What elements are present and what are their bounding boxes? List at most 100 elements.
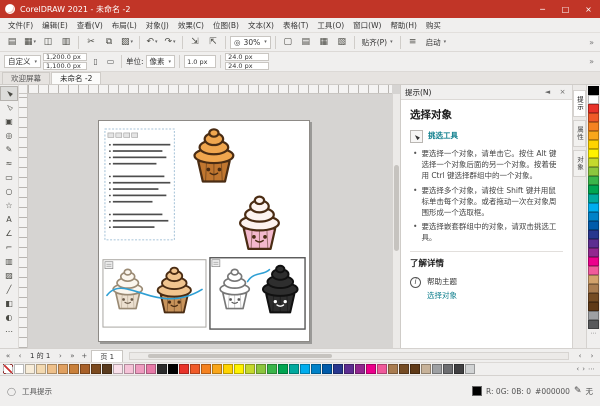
palette-arrow-icon[interactable]: ‹ [576, 365, 579, 373]
dimension-tool[interactable]: ∠ [1, 227, 17, 240]
color-swatch[interactable] [69, 364, 79, 374]
color-swatch[interactable] [289, 364, 299, 374]
color-swatch[interactable] [588, 239, 599, 248]
side-tab-对象[interactable]: 对象 [573, 150, 586, 177]
launch-button[interactable]: 启动▾ [423, 37, 450, 48]
color-swatch[interactable] [124, 364, 134, 374]
menu-item[interactable]: 编辑(E) [38, 19, 72, 32]
color-swatch[interactable] [190, 364, 200, 374]
color-swatch[interactable] [14, 364, 24, 374]
last-page-button[interactable]: » [67, 350, 77, 361]
color-swatch[interactable] [588, 167, 599, 176]
side-tab-提示[interactable]: 提示 [573, 90, 586, 117]
side-tab-属性[interactable]: 属性 [573, 120, 586, 147]
import-icon[interactable]: ⇲ [187, 35, 203, 50]
color-swatch[interactable] [135, 364, 145, 374]
duplicate-distance-x-input[interactable] [225, 53, 269, 61]
menu-item[interactable]: 表格(T) [279, 19, 312, 32]
color-swatch[interactable] [588, 158, 599, 167]
color-swatch[interactable] [146, 364, 156, 374]
maximize-button[interactable]: □ [554, 0, 577, 18]
show-guidelines-icon[interactable]: ▧ [334, 35, 350, 50]
docker-collapse-icon[interactable]: ◄ [542, 88, 553, 96]
color-swatch[interactable] [588, 221, 599, 230]
document-tab[interactable]: 欢迎屏幕 [2, 72, 50, 84]
units-select[interactable]: 像素 ▾ [146, 55, 176, 68]
connector-tool[interactable]: ⌐ [1, 241, 17, 254]
color-swatch[interactable] [588, 104, 599, 113]
color-swatch[interactable] [588, 131, 599, 140]
color-swatch[interactable] [388, 364, 398, 374]
color-swatch[interactable] [179, 364, 189, 374]
zoom-level-select[interactable]: ◎30%▾ [230, 36, 271, 49]
select-objects-link[interactable]: 选择对象 [427, 291, 563, 302]
docker-close-icon[interactable]: × [557, 88, 568, 96]
no-color-swatch[interactable] [3, 364, 13, 374]
color-swatch[interactable] [344, 364, 354, 374]
toolbar-overflow-chevron[interactable]: » [589, 38, 596, 47]
artistic-media-tool[interactable]: ≈ [1, 157, 17, 170]
more-tools[interactable]: ⋯ [1, 325, 17, 338]
minimize-button[interactable]: ─ [531, 0, 554, 18]
vertical-scrollbar[interactable] [392, 94, 400, 348]
menu-item[interactable]: 查看(V) [73, 19, 107, 32]
color-swatch[interactable] [80, 364, 90, 374]
color-swatch[interactable] [432, 364, 442, 374]
freehand-tool[interactable]: ✎ [1, 143, 17, 156]
color-swatch[interactable] [454, 364, 464, 374]
options-icon[interactable]: ≡ [405, 35, 421, 50]
color-swatch[interactable] [588, 212, 599, 221]
landscape-orientation-button[interactable]: ▭ [104, 55, 117, 68]
open-icon[interactable]: ▦▾ [22, 35, 38, 50]
color-swatch[interactable] [588, 284, 599, 293]
page-size-preset-select[interactable]: 自定义 ▾ [4, 55, 41, 68]
palette-arrow-icon[interactable]: › [582, 365, 585, 373]
color-swatch[interactable] [333, 364, 343, 374]
color-swatch[interactable] [588, 248, 599, 257]
scrollbar-thumb[interactable] [148, 354, 332, 358]
color-swatch[interactable] [410, 364, 420, 374]
show-rulers-icon[interactable]: ▤ [298, 35, 314, 50]
color-swatch[interactable] [588, 149, 599, 158]
copy-icon[interactable]: ⧉ [101, 35, 117, 50]
menu-item[interactable]: 位图(B) [209, 19, 243, 32]
redo-icon[interactable]: ↷▾ [162, 35, 178, 50]
snap-to-button[interactable]: 贴齐(P)▾ [359, 37, 396, 48]
color-swatch[interactable] [366, 364, 376, 374]
color-swatch[interactable] [267, 364, 277, 374]
color-swatch[interactable] [588, 230, 599, 239]
menu-item[interactable]: 工具(O) [313, 19, 348, 32]
color-swatch[interactable] [588, 266, 599, 275]
close-button[interactable]: × [577, 0, 600, 18]
menu-item[interactable]: 窗口(W) [349, 19, 385, 32]
save-icon[interactable]: ◫ [40, 35, 56, 50]
color-swatch[interactable] [588, 293, 599, 302]
scroll-right-button[interactable]: › [587, 350, 597, 361]
color-swatch[interactable] [588, 275, 599, 284]
page-tab[interactable]: 页 1 [91, 350, 123, 362]
toolbar-overflow-chevron[interactable]: » [589, 57, 596, 66]
canvas[interactable] [19, 85, 400, 348]
color-swatch[interactable] [25, 364, 35, 374]
canvas-area[interactable] [28, 94, 392, 348]
page-height-input[interactable] [43, 62, 87, 70]
color-swatch[interactable] [588, 185, 599, 194]
export-icon[interactable]: ⇱ [205, 35, 221, 50]
menu-item[interactable]: 布局(L) [108, 19, 141, 32]
color-swatch[interactable] [157, 364, 167, 374]
color-swatch[interactable] [223, 364, 233, 374]
color-swatch[interactable] [588, 113, 599, 122]
polygon-tool[interactable]: ☆ [1, 199, 17, 212]
color-swatch[interactable] [588, 122, 599, 131]
color-swatch[interactable] [588, 194, 599, 203]
color-swatch[interactable] [102, 364, 112, 374]
color-swatch[interactable] [113, 364, 123, 374]
paste-icon[interactable]: ▨▾ [119, 35, 135, 50]
color-swatch[interactable] [36, 364, 46, 374]
menu-item[interactable]: 购买 [422, 19, 445, 32]
print-icon[interactable]: ▥ [58, 35, 74, 50]
zoom-tool[interactable]: ◎ [1, 129, 17, 142]
color-swatch[interactable] [588, 95, 599, 104]
menu-item[interactable]: 文本(X) [244, 19, 278, 32]
shadow-tool[interactable]: ▥ [1, 255, 17, 268]
